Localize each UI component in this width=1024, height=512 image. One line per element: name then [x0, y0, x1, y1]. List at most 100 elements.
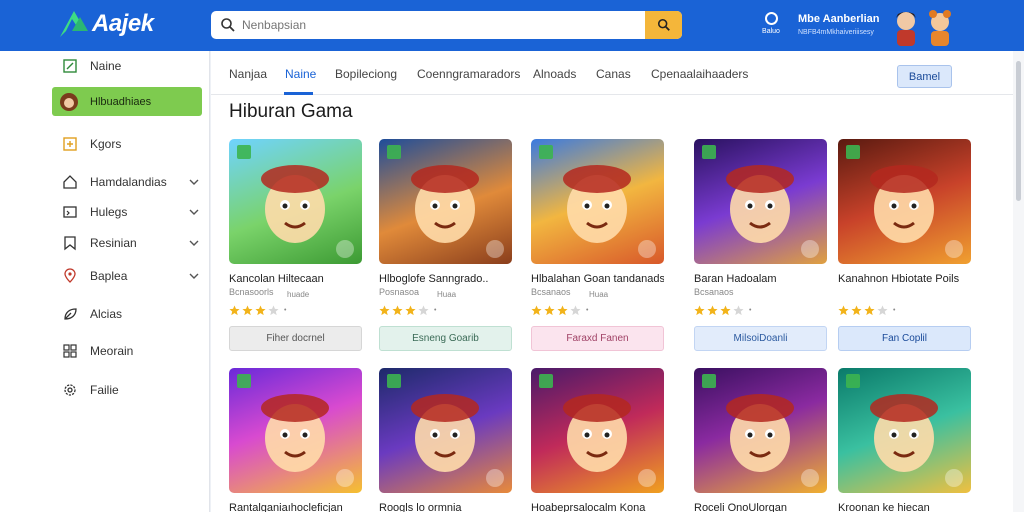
- game-card[interactable]: Kroonan ke hiecan: [838, 368, 971, 512]
- game-thumbnail[interactable]: [838, 368, 971, 493]
- game-card[interactable]: Roceli OnoUlorgan: [694, 368, 827, 512]
- play-button[interactable]: Esneng Goarib: [379, 326, 512, 351]
- tab-canas[interactable]: Canas: [596, 67, 631, 81]
- game-meta: Huaa: [589, 290, 609, 299]
- user-name[interactable]: Mbe Aanberlian: [798, 13, 880, 25]
- rating-dot: •: [284, 306, 287, 314]
- help-button[interactable]: Baluo: [761, 12, 781, 35]
- sidebar-item-label: Failie: [90, 383, 119, 397]
- tab-nanjaa[interactable]: Nanjaa: [229, 67, 267, 81]
- sidebar-item-naine[interactable]: Naine: [52, 52, 202, 80]
- game-art: [702, 145, 819, 258]
- top-bar: Aajek Baluo Mbe Aanberlian NBFB4mMkhaive…: [0, 0, 1024, 51]
- sidebar-item-label: Naine: [90, 59, 122, 73]
- chevron-down-icon[interactable]: [188, 270, 200, 282]
- sidebar-item-meorain[interactable]: Meorain: [52, 337, 202, 365]
- sidebar-item-label: Hlbuadhiaes: [90, 95, 152, 108]
- bamel-button[interactable]: Bamel: [897, 65, 952, 88]
- user-subtitle: NBFB4mMkhaiveriiisesy: [798, 29, 874, 36]
- sidebar-item-label: Baplea: [90, 269, 128, 283]
- star-icon: [838, 304, 849, 315]
- game-thumbnail[interactable]: [531, 139, 664, 264]
- sidebar-item-alcias[interactable]: Alcias: [52, 300, 202, 328]
- game-thumbnail[interactable]: [838, 139, 971, 264]
- star-icon: [557, 304, 568, 315]
- chevron-down-icon[interactable]: [188, 176, 200, 188]
- help-icon: [764, 12, 778, 25]
- game-card[interactable]: Hlboglofe Sanngrado.. Posnasoa Huaa • Esneng…: [379, 139, 512, 351]
- game-card[interactable]: Hlbalahan Goan tandanads Bcsanaos Huaa • Far…: [531, 139, 664, 351]
- sidebar-item-kgors[interactable]: Kgors: [52, 130, 202, 158]
- star-rating: •: [694, 304, 827, 316]
- game-card[interactable]: Roogls lo ormnia: [379, 368, 512, 512]
- game-title[interactable]: Baran Hadoalam: [694, 272, 827, 286]
- game-meta: [896, 290, 971, 300]
- game-title[interactable]: Kanahnon Hbiotate Poils: [838, 272, 971, 286]
- home-icon: [63, 175, 77, 189]
- game-title[interactable]: Roogls lo ormnia: [379, 501, 512, 512]
- search-icon: [221, 18, 235, 32]
- game-card[interactable]: RantalganiaıhocleficjanAlnsarc: [229, 368, 362, 512]
- leaf-icon: [64, 308, 77, 320]
- play-button[interactable]: Fiher docrnel: [229, 326, 362, 351]
- tab-naine[interactable]: Naine: [285, 67, 316, 81]
- game-title[interactable]: Hlbalahan Goan tandanads: [531, 272, 664, 286]
- game-thumbnail[interactable]: [379, 139, 512, 264]
- game-card[interactable]: Kanahnon Hbiotate Poils • Fan Coplil: [838, 139, 971, 351]
- location-icon: [64, 268, 76, 283]
- star-icon: [405, 304, 416, 315]
- sidebar-item-resinian[interactable]: Resinian: [52, 229, 202, 257]
- sidebar-item-hulegs[interactable]: Hulegs: [52, 198, 202, 226]
- chevron-down-icon[interactable]: [188, 237, 200, 249]
- sidebar-item-hamdalandias[interactable]: Hamdalandias: [52, 168, 202, 196]
- star-rating: •: [229, 304, 362, 316]
- app-logo[interactable]: Aajek: [58, 8, 154, 40]
- scrollbar[interactable]: [1013, 51, 1024, 512]
- rating-dot: •: [434, 306, 437, 314]
- game-title[interactable]: Kroonan ke hiecan: [838, 501, 971, 512]
- sidebar-item-failie[interactable]: Failie: [52, 376, 202, 404]
- avatar[interactable]: [892, 8, 920, 48]
- game-meta: Huaa: [437, 290, 457, 299]
- game-thumbnail[interactable]: [229, 139, 362, 264]
- avatar[interactable]: [926, 8, 954, 48]
- game-meta: [752, 290, 827, 300]
- search-input[interactable]: [242, 11, 642, 39]
- search-button[interactable]: [645, 11, 682, 39]
- game-title[interactable]: Kancolan Hiltecaan: [229, 272, 362, 286]
- active-tab-indicator: [284, 92, 313, 95]
- game-card[interactable]: Baran Hadoalam Bcsanaos • MilsoiDoanli: [694, 139, 827, 351]
- tab-bopileciong[interactable]: Bopileciong: [335, 67, 397, 81]
- game-thumbnail[interactable]: [694, 368, 827, 493]
- play-button[interactable]: MilsoiDoanli: [694, 326, 827, 351]
- scroll-thumb[interactable]: [1016, 61, 1021, 201]
- plus-square-icon: [63, 137, 77, 151]
- tab-coenngramaradors[interactable]: Coenngramaradors: [417, 67, 520, 81]
- game-thumbnail[interactable]: [694, 139, 827, 264]
- play-button[interactable]: Fan Coplil: [838, 326, 971, 351]
- game-card[interactable]: Kancolan Hiltecaan Bcnasoorls huade • Fiher …: [229, 139, 362, 351]
- tab-alnoads[interactable]: Alnoads: [533, 67, 576, 81]
- sidebar-item-hlbuadhiaes[interactable]: Hlbuadhiaes: [52, 87, 202, 116]
- chevron-down-icon[interactable]: [188, 206, 200, 218]
- game-thumbnail[interactable]: [531, 368, 664, 493]
- game-card[interactable]: Hoabeprsalocalm Kona: [531, 368, 664, 512]
- star-icon: [242, 304, 253, 315]
- game-title[interactable]: Hoabeprsalocalm Kona: [531, 501, 664, 512]
- sidebar-item-label: Alcias: [90, 307, 123, 321]
- game-title[interactable]: Hlboglofe Sanngrado..: [379, 272, 512, 286]
- star-icon: [379, 304, 390, 315]
- game-thumbnail[interactable]: [229, 368, 362, 493]
- star-icon: [733, 304, 744, 315]
- play-button[interactable]: Faraxd Fanen: [531, 326, 664, 351]
- game-art: [237, 145, 354, 258]
- sidebar-item-baplea[interactable]: Baplea: [52, 262, 202, 290]
- star-icon: [707, 304, 718, 315]
- game-title[interactable]: Roceli OnoUlorgan: [694, 501, 827, 512]
- game-title[interactable]: Rantalganiaıhocleficjan: [229, 501, 362, 512]
- tab-cpenaalaihaaders[interactable]: Cpenaalaihaaders: [651, 67, 748, 81]
- star-icon: [544, 304, 555, 315]
- bookmark-icon: [64, 236, 76, 251]
- map-icon: [63, 59, 77, 73]
- game-thumbnail[interactable]: [379, 368, 512, 493]
